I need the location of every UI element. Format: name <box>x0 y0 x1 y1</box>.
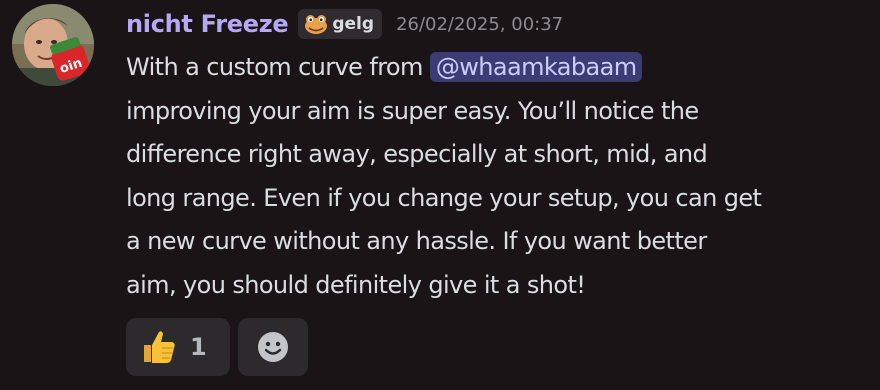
message-line-3: difference right away, especially at sho… <box>126 140 708 168</box>
message-line-1: With a custom curve from @whaamkabaam <box>126 46 866 90</box>
message-line-5: a new curve without any hassle. If you w… <box>126 227 707 255</box>
timestamp[interactable]: 26/02/2025, 00:37 <box>396 14 563 35</box>
smiley-add-reaction-icon <box>258 332 288 362</box>
chat-message: oin nicht Freeze gelg 26/02/2025, 00:37 … <box>0 0 880 390</box>
message-text: With a custom curve from <box>126 53 430 81</box>
message-line-4: long range. Even if you change your setu… <box>126 183 762 212</box>
user-mention[interactable]: @whaamkabaam <box>429 52 643 82</box>
message-line-6: aim, you should definitely give it a sho… <box>126 270 586 299</box>
message-line-2: improving your aim is super easy. You’ll… <box>126 96 699 125</box>
thumbs-up-icon <box>144 331 175 363</box>
avatar[interactable]: oin <box>12 4 94 86</box>
add-reaction-button[interactable] <box>238 318 308 376</box>
server-tag[interactable]: gelg <box>298 9 383 39</box>
username[interactable]: nicht Freeze <box>126 10 289 38</box>
reaction-count: 1 <box>190 333 207 361</box>
message-header: nicht Freeze gelg 26/02/2025, 00:37 <box>126 6 563 42</box>
server-tag-label: gelg <box>332 14 375 34</box>
frog-face-icon <box>305 15 328 34</box>
message-content: With a custom curve from @whaamkabaam im… <box>126 46 866 307</box>
reaction-thumbs-up[interactable]: 1 <box>126 318 230 376</box>
reactions-bar: 1 <box>126 318 308 376</box>
user-photo-image: oin <box>12 4 94 86</box>
